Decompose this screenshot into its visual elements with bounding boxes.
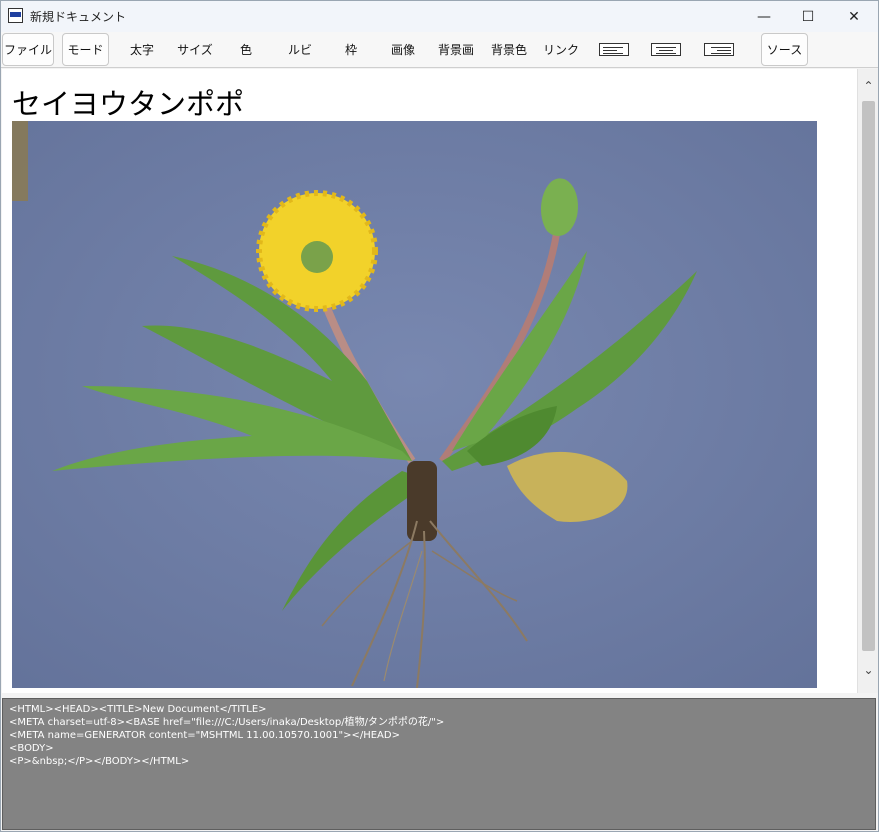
scroll-up-icon[interactable]: ⌃ <box>858 79 879 93</box>
document-area[interactable]: セイヨウタンポポ <box>2 69 857 693</box>
source-line: <BODY> <box>9 743 54 754</box>
source-line: <P>&nbsp;</P></BODY></HTML> <box>9 756 190 767</box>
app-window: 新規ドキュメント — ☐ ✕ ファイル モード 太字 サイズ 色 ルビ 枠 画像… <box>0 0 879 832</box>
source-line: <HTML><HEAD><TITLE>New Document</TITLE> <box>9 704 267 715</box>
source-button[interactable]: ソース <box>761 33 808 66</box>
mode-button[interactable]: モード <box>62 33 109 66</box>
background-color-button[interactable]: 背景色 <box>487 33 531 66</box>
toolbar: ファイル モード 太字 サイズ 色 ルビ 枠 画像 背景画 背景色 リンク ソー… <box>1 32 878 68</box>
background-image-button[interactable]: 背景画 <box>434 33 478 66</box>
size-button[interactable]: サイズ <box>173 33 217 66</box>
source-line: <META charset=utf-8><BASE href="file:///… <box>9 717 445 728</box>
image-button[interactable]: 画像 <box>383 33 423 66</box>
window-title: 新規ドキュメント <box>30 10 127 24</box>
source-line: <META name=GENERATOR content="MSHTML 11.… <box>9 730 400 741</box>
maximize-button[interactable]: ☐ <box>785 1 831 32</box>
file-button[interactable]: ファイル <box>2 33 54 66</box>
ruby-button[interactable]: ルビ <box>281 33 319 66</box>
dandelion-photo[interactable] <box>12 121 817 688</box>
bold-button[interactable]: 太字 <box>121 33 163 66</box>
minimize-button[interactable]: — <box>741 1 787 32</box>
source-view[interactable]: <HTML><HEAD><TITLE>New Document</TITLE> … <box>2 698 876 830</box>
vertical-scrollbar[interactable]: ⌃ ⌄ <box>857 69 878 693</box>
color-button[interactable]: 色 <box>227 33 265 66</box>
app-icon <box>8 8 23 23</box>
title-bar[interactable]: 新規ドキュメント — ☐ ✕ <box>1 1 878 32</box>
close-button[interactable]: ✕ <box>831 1 877 32</box>
document-heading[interactable]: セイヨウタンポポ <box>12 81 244 123</box>
frame-button[interactable]: 枠 <box>332 33 370 66</box>
scroll-down-icon[interactable]: ⌄ <box>858 663 879 677</box>
scroll-thumb[interactable] <box>862 101 875 651</box>
link-button[interactable]: リンク <box>541 33 581 66</box>
align-center-icon[interactable] <box>651 43 681 56</box>
align-left-icon[interactable] <box>599 43 629 56</box>
align-right-icon[interactable] <box>704 43 734 56</box>
